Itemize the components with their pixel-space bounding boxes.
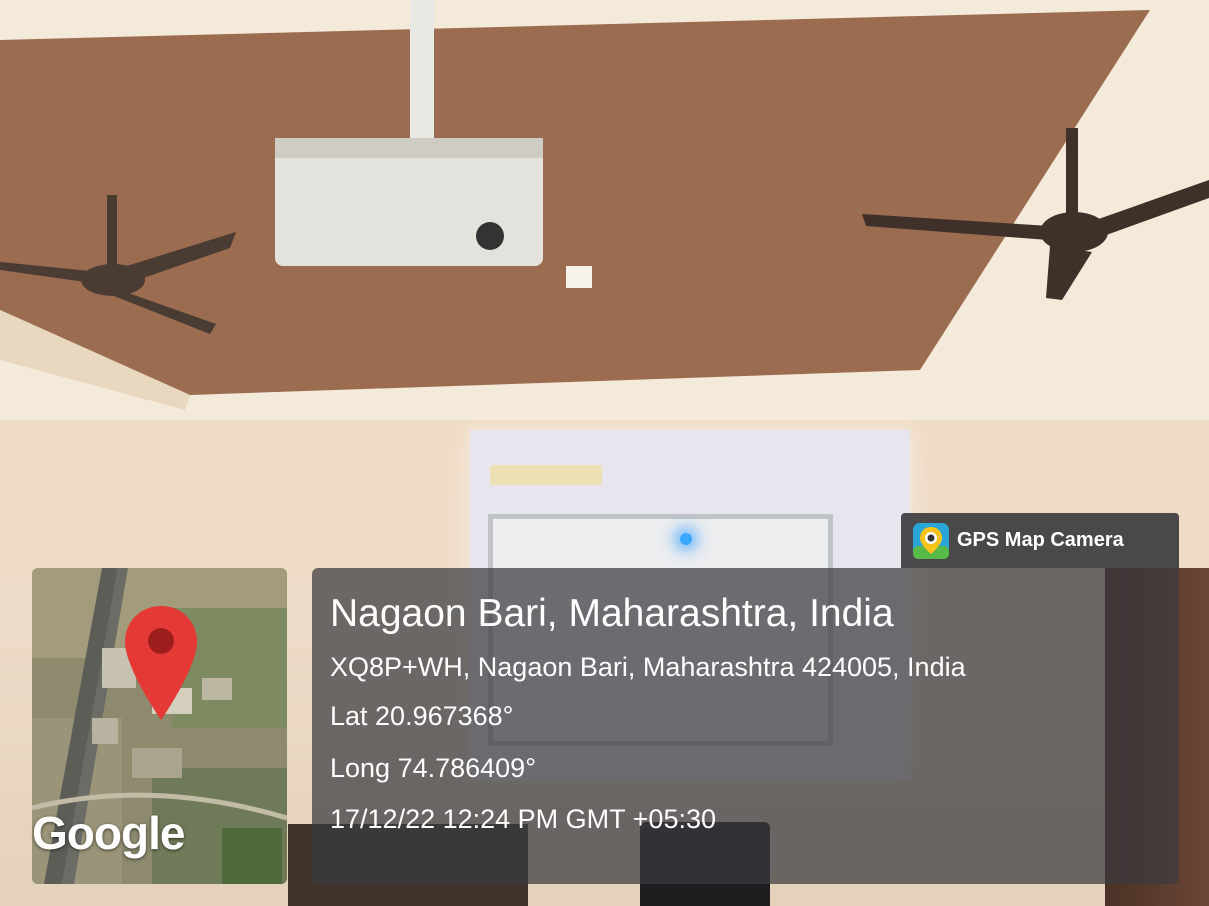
address: XQ8P+WH, Nagaon Bari, Maharashtra 424005…	[330, 652, 966, 682]
map-pin-icon	[125, 606, 197, 720]
google-logo: Google	[32, 807, 185, 859]
projector-input-tag	[490, 465, 602, 485]
place-name: Nagaon Bari, Maharashtra, India	[330, 592, 894, 635]
projector-light-dot	[680, 533, 692, 545]
latitude: Lat 20.967368°	[330, 701, 514, 731]
map-camera-icon	[913, 522, 949, 559]
ceiling	[0, 0, 1209, 420]
timestamp: 17/12/22 12:24 PM GMT +05:30	[330, 804, 717, 834]
longitude: Long 74.786409°	[330, 753, 536, 783]
location-info-panel: Nagaon Bari, Maharashtra, India XQ8P+WH,…	[312, 568, 1179, 884]
gps-map-camera-badge: GPS Map Camera	[901, 513, 1179, 568]
app-name: GPS Map Camera	[957, 529, 1124, 551]
